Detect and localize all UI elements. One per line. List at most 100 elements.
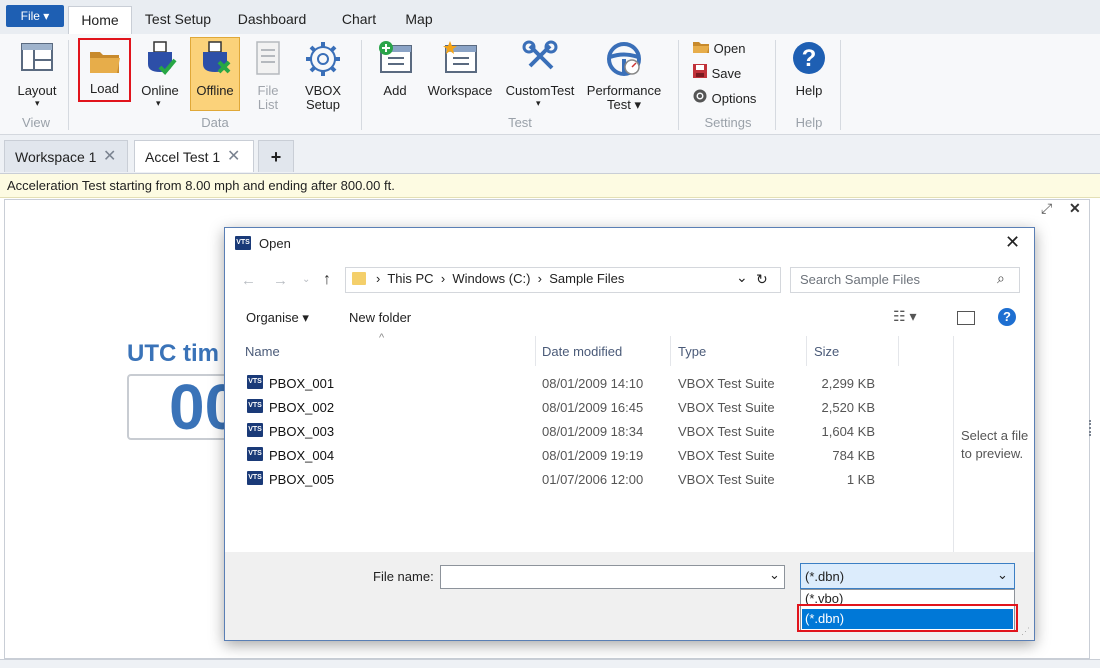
column-name[interactable]: Name: [245, 344, 280, 359]
customtest-button[interactable]: CustomTest ▾: [503, 38, 577, 116]
add-button[interactable]: Add: [372, 38, 418, 116]
load-button[interactable]: Load: [78, 38, 131, 102]
tab-home[interactable]: Home: [68, 6, 132, 35]
file-name: PBOX_002: [269, 400, 335, 415]
add-tab-button[interactable]: +: [258, 140, 294, 172]
preview-divider: [953, 336, 954, 552]
tab-workspace-1-label: Workspace 1: [15, 149, 97, 165]
table-row[interactable]: VTS PBOX_002 08/01/2009 16:45 VBOX Test …: [239, 396, 939, 420]
workspace-icon: [441, 40, 479, 79]
column-divider[interactable]: [898, 336, 899, 366]
ribbon-separator: [361, 40, 362, 130]
organise-menu[interactable]: Organise ▾: [246, 310, 309, 326]
search-icon[interactable]: ⌕: [997, 270, 1005, 287]
recent-chevron-icon[interactable]: ⌄: [302, 274, 310, 285]
vbox-file-icon: VTS: [247, 471, 263, 485]
file-list-label-1: File: [257, 83, 279, 98]
close-icon[interactable]: ✕: [1005, 232, 1020, 253]
address-bar[interactable]: › This PC › Windows (C:) › Sample Files …: [345, 267, 781, 293]
file-date: 08/01/2009 14:10: [542, 376, 644, 391]
performance-test-button[interactable]: Performance Test ▾: [584, 38, 664, 116]
file-type-select[interactable]: (*.dbn) ⌄: [800, 563, 1015, 589]
chevron-down-icon[interactable]: ⌄: [769, 567, 780, 583]
workspace-button[interactable]: Workspace: [424, 38, 496, 116]
close-icon[interactable]: ✕: [103, 141, 116, 173]
file-name-label: File name:: [373, 569, 434, 584]
close-icon[interactable]: ✕: [1069, 200, 1081, 217]
column-size[interactable]: Size: [814, 344, 839, 359]
search-input[interactable]: Search Sample Files: [800, 272, 920, 287]
vbox-setup-label-2: Setup: [306, 97, 340, 112]
preview-pane-icon[interactable]: [957, 311, 975, 325]
online-button[interactable]: Online ▾: [136, 38, 184, 116]
layout-dropdown-arrow: ▾: [35, 98, 40, 108]
file-name-field[interactable]: ⌄: [440, 565, 785, 589]
layout-button[interactable]: Layout ▾: [8, 38, 66, 116]
vbox-file-icon: VTS: [247, 447, 263, 461]
ribbon-separator: [678, 40, 679, 130]
splitter-grip[interactable]: [1089, 420, 1094, 436]
file-type-selected: (*.dbn): [805, 569, 845, 584]
breadcrumb-separator: ›: [376, 271, 381, 286]
file-size: 784 KB: [832, 448, 875, 463]
close-icon[interactable]: ✕: [227, 141, 240, 173]
open-button[interactable]: Open: [692, 38, 745, 60]
file-date: 08/01/2009 16:45: [542, 400, 644, 415]
file-name: PBOX_005: [269, 472, 335, 487]
file-type: VBOX Test Suite: [678, 472, 775, 487]
offline-label: Offline: [196, 83, 234, 98]
table-row[interactable]: VTS PBOX_004 08/01/2009 19:19 VBOX Test …: [239, 444, 939, 468]
tab-workspace-1[interactable]: Workspace 1 ✕: [4, 140, 128, 172]
chevron-down-icon[interactable]: ⌄: [997, 567, 1008, 583]
column-date-modified[interactable]: Date modified: [542, 344, 622, 359]
column-divider[interactable]: [806, 336, 807, 366]
file-menu-button[interactable]: File ▾: [6, 5, 64, 27]
offline-button[interactable]: Offline: [190, 37, 240, 111]
help-icon[interactable]: ?: [998, 308, 1016, 326]
vbox-setup-button[interactable]: VBOX Setup: [298, 38, 348, 116]
breadcrumb-separator: ›: [440, 271, 446, 286]
new-folder-button[interactable]: New folder: [349, 310, 411, 325]
tools-icon: [522, 40, 558, 79]
column-type[interactable]: Type: [678, 344, 706, 359]
back-arrow-icon[interactable]: ←: [241, 272, 256, 289]
column-header-row: ^ Name Date modified Type Size: [239, 332, 953, 366]
resize-grip-icon[interactable]: ⋰: [1021, 626, 1030, 637]
dialog-title: Open: [259, 236, 291, 251]
save-button[interactable]: Save: [692, 63, 741, 85]
tab-dashboard[interactable]: Dashboard: [232, 6, 312, 34]
usb-offline-icon: [197, 40, 233, 81]
breadcrumb-this-pc[interactable]: This PC: [387, 271, 433, 286]
table-row[interactable]: VTS PBOX_001 08/01/2009 14:10 VBOX Test …: [239, 372, 939, 396]
tab-map[interactable]: Map: [397, 6, 441, 34]
column-divider[interactable]: [535, 336, 536, 366]
search-box[interactable]: Search Sample Files ⌕: [790, 267, 1020, 293]
file-size: 2,299 KB: [821, 376, 876, 391]
vbox-app-icon: VTS: [235, 236, 251, 250]
vbox-file-icon: VTS: [247, 375, 263, 389]
refresh-icon[interactable]: ↻: [756, 271, 768, 288]
view-options-icon[interactable]: ☷ ▾: [893, 308, 916, 325]
expand-icon[interactable]: ⤢: [1041, 200, 1052, 217]
help-button[interactable]: ? Help: [786, 38, 832, 116]
column-divider[interactable]: [670, 336, 671, 366]
tab-test-setup[interactable]: Test Setup: [140, 6, 216, 34]
gear-icon: [304, 40, 342, 81]
highlight-box: [797, 604, 1018, 632]
options-button[interactable]: Options: [692, 88, 756, 110]
load-label: Load: [90, 81, 119, 96]
tab-chart[interactable]: Chart: [334, 6, 384, 34]
breadcrumb-sample-files[interactable]: Sample Files: [549, 271, 624, 286]
tab-accel-test-1[interactable]: Accel Test 1 ✕: [134, 140, 254, 172]
file-list-button[interactable]: File List: [248, 38, 288, 116]
file-size: 2,520 KB: [821, 400, 876, 415]
chevron-down-icon[interactable]: ⌄: [736, 269, 748, 286]
performance-label-2: Test ▾: [607, 97, 641, 112]
up-arrow-icon[interactable]: ↑: [323, 271, 331, 289]
preview-placeholder: Select a file to preview.: [961, 427, 1033, 463]
table-row[interactable]: VTS PBOX_003 08/01/2009 18:34 VBOX Test …: [239, 420, 939, 444]
group-label-settings: Settings: [704, 115, 752, 130]
breadcrumb-windows-c[interactable]: Windows (C:): [452, 271, 530, 286]
table-row[interactable]: VTS PBOX_005 01/07/2006 12:00 VBOX Test …: [239, 468, 939, 492]
forward-arrow-icon[interactable]: →: [273, 272, 288, 289]
